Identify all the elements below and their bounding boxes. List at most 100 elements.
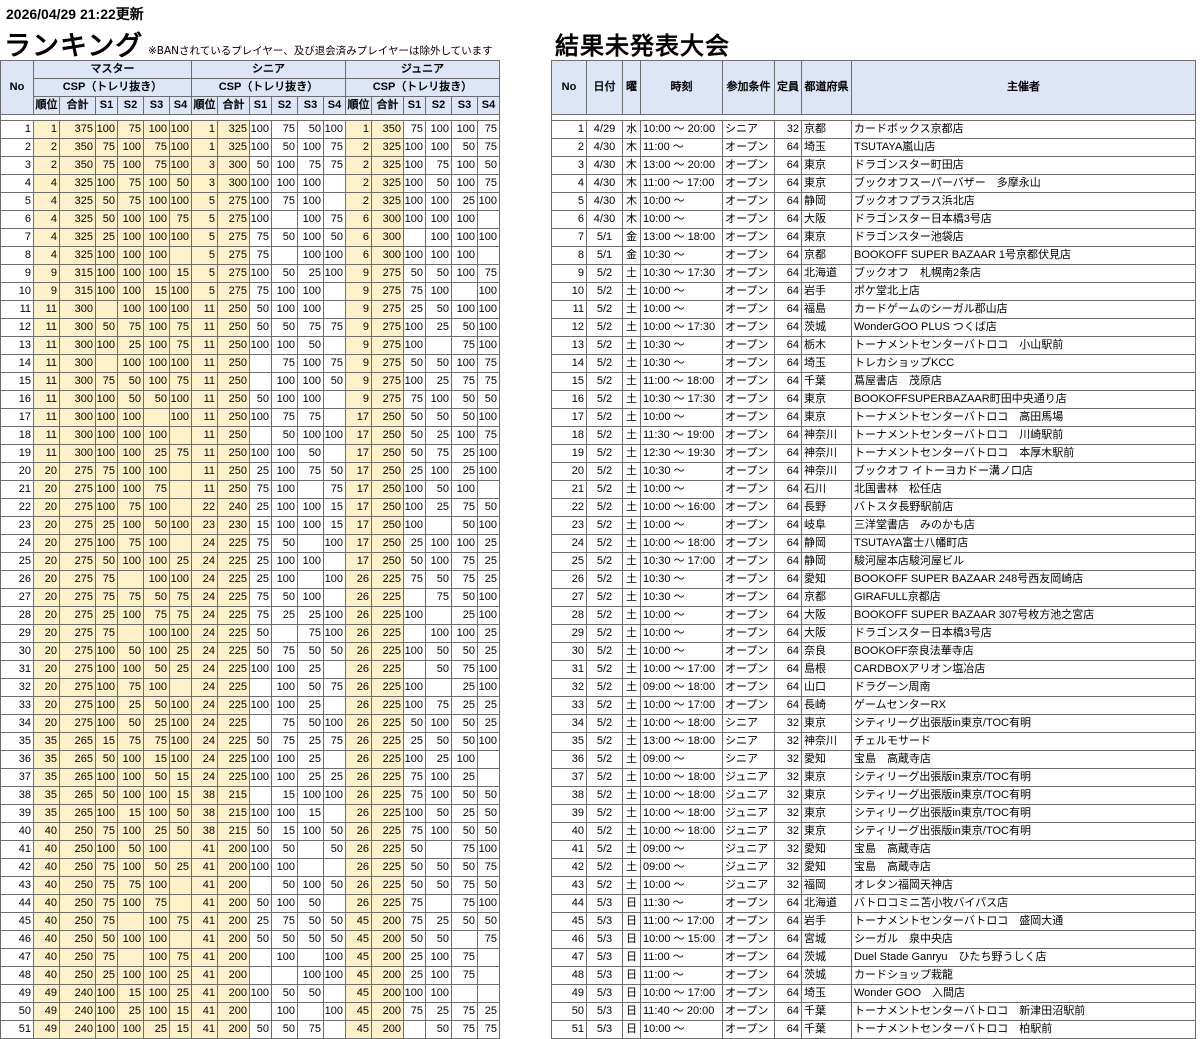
event-number: 22 — [551, 498, 587, 517]
event-condition: シニア — [722, 732, 775, 751]
event-time: 10:00 ～ — [640, 642, 723, 661]
rank-row-number: 39 — [0, 804, 34, 823]
rank-score: 100 — [425, 948, 452, 967]
event-time: 10:00 ～ 18:00 — [640, 534, 723, 553]
rank-score: 50 — [297, 642, 324, 661]
rank-position: 24 — [191, 696, 218, 715]
rank-score: 50 — [403, 444, 426, 463]
rank-position: 9 — [345, 354, 372, 373]
rank-score: 100 — [143, 552, 170, 571]
rank-score: 100 — [477, 336, 500, 355]
event-time: 10:30 ～ — [640, 462, 723, 481]
event-condition: オープン — [722, 480, 775, 499]
rank-score: 100 — [403, 750, 426, 769]
event-capacity: 32 — [774, 840, 802, 859]
rank-score: 100 — [403, 210, 426, 229]
event-condition: オープン — [722, 948, 775, 967]
event-capacity: 64 — [774, 318, 802, 337]
event-organizer: ドラゴンスター池袋店 — [851, 228, 1196, 247]
ranking-row: 41 40 250 100 50 100 41 200 100 50 50 26 225 50 75 100 — [0, 840, 500, 859]
rank-score: 50 — [169, 822, 192, 841]
rank-score: 100 — [323, 120, 346, 139]
rank-score: 100 — [143, 210, 170, 229]
rank-col-header: S4 — [169, 96, 192, 115]
event-row: 47 5/3 日 11:00 ～オープン 64 茨城 Duel Stade Ganryu ひ… — [551, 948, 1196, 967]
rank-score: 100 — [271, 390, 298, 409]
rank-score: 100 — [477, 192, 500, 211]
rank-score: 75 — [271, 192, 298, 211]
event-date: 5/2 — [586, 858, 623, 877]
rank-score: 25 — [403, 732, 426, 751]
rank-total: 240 — [217, 498, 250, 517]
event-row: 13 5/2 土 10:30 ～オープン 64 栃木 トーナメントセンターバトロコ 小山駅前 — [551, 336, 1196, 355]
rank-score: 75 — [323, 732, 346, 751]
event-date: 5/2 — [586, 462, 623, 481]
event-organizer: ゲームセンターRX — [851, 696, 1196, 715]
group-header-master: マスター — [33, 60, 192, 79]
rank-score: 50 — [451, 822, 478, 841]
rank-score: 100 — [297, 300, 324, 319]
rank-score — [249, 372, 272, 391]
event-prefecture: 東京 — [801, 822, 852, 841]
rank-score: 100 — [117, 138, 144, 157]
rank-score — [477, 750, 500, 769]
event-organizer: シティリーグ出張版in東京/TOC有明 — [851, 804, 1196, 823]
event-condition: オープン — [722, 372, 775, 391]
rank-score: 100 — [117, 552, 144, 571]
rank-score: 75 — [271, 912, 298, 931]
rank-row-number: 40 — [0, 822, 34, 841]
rank-score: 100 — [95, 696, 118, 715]
event-condition: ジュニア — [722, 804, 775, 823]
ranking-row: 36 35 265 50 100 15 100 24 225 100 100 25 26 225 100 25… — [0, 750, 500, 769]
rank-total: 250 — [217, 390, 250, 409]
rank-col-header: S1 — [95, 96, 118, 115]
rank-row-number: 1 — [0, 120, 34, 139]
event-organizer: ドラゴンスター日本橋3号店 — [851, 624, 1196, 643]
rank-score: 25 — [297, 660, 324, 679]
rank-score: 15 — [169, 768, 192, 787]
rank-row-number: 24 — [0, 534, 34, 553]
event-date: 5/3 — [586, 1002, 623, 1021]
event-time: 10:00 ～ 18:00 — [640, 786, 723, 805]
rank-score: 50 — [95, 552, 118, 571]
rank-score: 100 — [271, 678, 298, 697]
event-organizer: CARDBOXアリオン塩冶店 — [851, 660, 1196, 679]
rank-score: 75 — [403, 822, 426, 841]
event-condition: オープン — [722, 660, 775, 679]
rank-score: 50 — [477, 498, 500, 517]
rank-score: 75 — [143, 732, 170, 751]
event-number: 15 — [551, 372, 587, 391]
rank-score: 25 — [451, 768, 478, 787]
rank-total: 225 — [371, 786, 404, 805]
rank-score: 15 — [323, 516, 346, 535]
rank-col-header: 合計 — [217, 96, 250, 115]
event-condition: オープン — [722, 984, 775, 1003]
rank-score: 100 — [477, 606, 500, 625]
rank-score: 50 — [143, 696, 170, 715]
event-weekday: 土 — [622, 660, 641, 679]
event-date: 5/2 — [586, 318, 623, 337]
rank-position: 41 — [191, 1002, 218, 1021]
rank-score: 100 — [323, 426, 346, 445]
rank-position: 5 — [191, 192, 218, 211]
rank-position: 26 — [345, 804, 372, 823]
rank-total: 240 — [59, 1002, 96, 1021]
event-prefecture: 東京 — [801, 786, 852, 805]
event-time: 10:00 ～ 16:00 — [640, 498, 723, 517]
rank-score: 50 — [323, 462, 346, 481]
rank-total: 250 — [59, 822, 96, 841]
rank-position: 20 — [33, 678, 60, 697]
rank-row-number: 17 — [0, 408, 34, 427]
event-organizer-header: 主催者 — [851, 60, 1196, 115]
event-prefecture: 神奈川 — [801, 444, 852, 463]
event-date: 5/2 — [586, 660, 623, 679]
rank-score: 50 — [451, 642, 478, 661]
rank-score: 25 — [403, 462, 426, 481]
event-organizer: ドラゴンスター日本橋3号店 — [851, 210, 1196, 229]
rank-score: 75 — [117, 192, 144, 211]
event-number: 20 — [551, 462, 587, 481]
event-weekday: 土 — [622, 858, 641, 877]
rank-score: 25 — [451, 606, 478, 625]
event-weekday: 土 — [622, 354, 641, 373]
rank-score: 100 — [169, 696, 192, 715]
